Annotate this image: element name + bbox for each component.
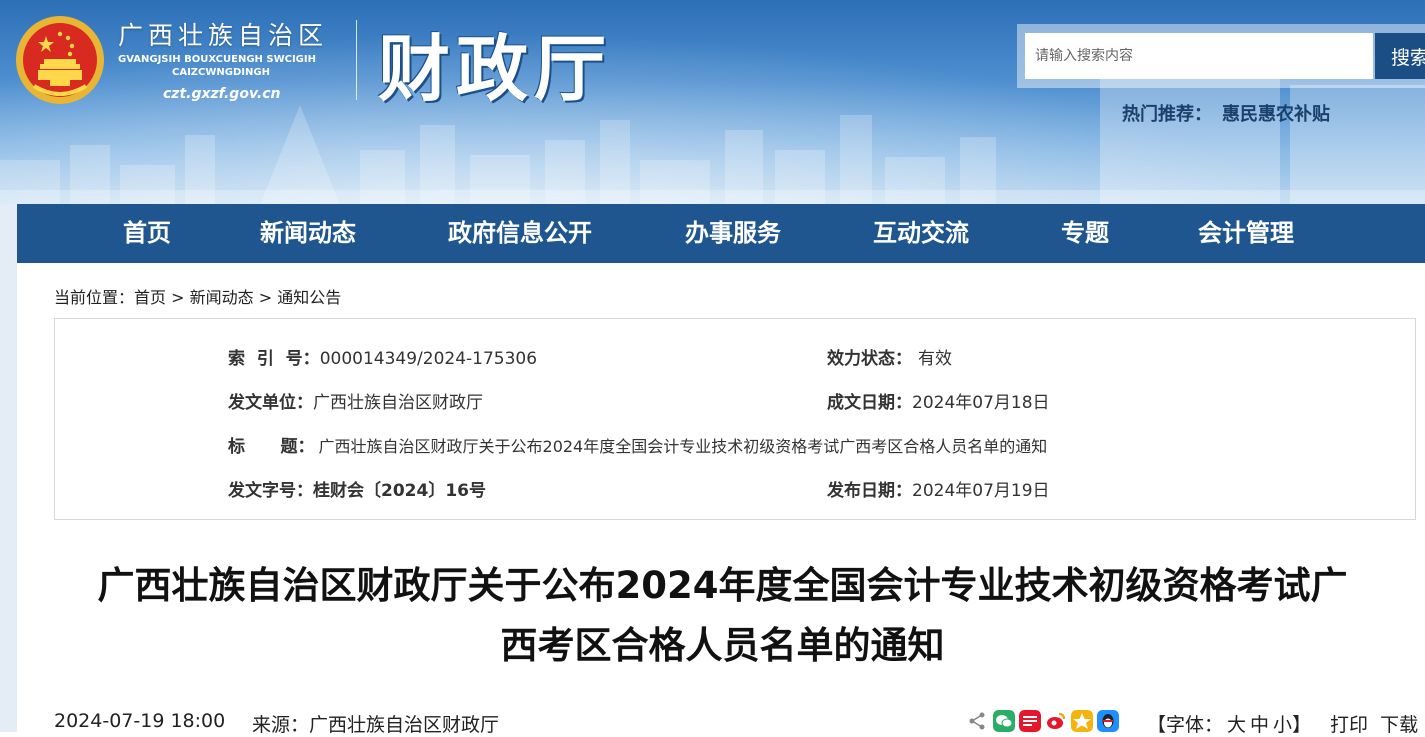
meta-doc-no-label: 发文字号：: [228, 481, 313, 501]
breadcrumb-sep: >: [253, 288, 278, 307]
meta-published-label: 发布日期：: [827, 481, 912, 501]
meta-issuer: 发文单位：广西壮族自治区财政厅: [228, 388, 483, 413]
toutiao-icon[interactable]: [1019, 710, 1041, 732]
print-button[interactable]: 打印: [1330, 714, 1368, 736]
article-datetime: 2024-07-19 18:00: [54, 710, 226, 732]
share-icon[interactable]: [966, 710, 988, 732]
meta-published-value: 2024年07月19日: [912, 481, 1050, 501]
meta-title-label: 标 题：: [228, 437, 315, 457]
meta-doc-no-value: 桂财会〔2024〕16号: [313, 481, 486, 501]
nav-item-services[interactable]: 办事服务: [685, 204, 781, 263]
meta-issuer-label: 发文单位：: [228, 393, 313, 413]
meta-created-value: 2024年07月18日: [912, 393, 1050, 413]
region-name-zhuang: GVANGJSIH BOUXCUENGH SWCIGIH CAIZCWNGDIN…: [118, 53, 316, 79]
region-name-zhuang-line1: GVANGJSIH BOUXCUENGH SWCIGIH: [118, 54, 316, 65]
region-name-zhuang-line2: CAIZCWNGDINGH: [172, 67, 270, 78]
meta-status: 效力状态： 有效: [827, 344, 952, 369]
font-size-medium[interactable]: 中: [1250, 714, 1269, 736]
print-download: 打印 下载: [1330, 710, 1418, 737]
meta-published: 发布日期：2024年07月19日: [827, 476, 1050, 501]
meta-status-label: 效力状态：: [827, 349, 912, 369]
site-url[interactable]: czt.gxzf.gov.cn: [163, 86, 281, 102]
left-edge-rail: [0, 204, 17, 732]
article-source-label: 来源：: [252, 714, 310, 736]
qzone-icon[interactable]: [1071, 710, 1093, 732]
search-button[interactable]: 搜索: [1375, 33, 1425, 79]
breadcrumb-home[interactable]: 首页: [134, 288, 166, 307]
meta-index: 索 引 号：000014349/2024-175306: [228, 344, 537, 369]
breadcrumb-prefix: 当前位置：: [54, 288, 135, 307]
emblem-icon: [16, 16, 104, 104]
meta-doc-no: 发文字号：桂财会〔2024〕16号: [228, 476, 486, 501]
nav-item-gov-info[interactable]: 政府信息公开: [448, 204, 592, 263]
article-info-bar: 2024-07-19 18:00 来源：广西壮族自治区财政厅 【字体： 大 中 …: [54, 708, 1425, 736]
meta-status-value: 有效: [918, 349, 952, 369]
breadcrumb-news[interactable]: 新闻动态: [190, 288, 254, 307]
department-title: 财政厅: [378, 26, 613, 111]
region-name: 广西壮族自治区: [118, 21, 329, 50]
font-size-control: 【字体：大中小】: [1147, 710, 1311, 737]
meta-index-label: 索 引 号：: [228, 349, 320, 369]
font-size-small[interactable]: 小: [1273, 714, 1292, 736]
font-size-large[interactable]: 大: [1227, 714, 1246, 736]
meta-created-label: 成文日期：: [827, 393, 912, 413]
breadcrumb-notices[interactable]: 通知公告: [277, 288, 341, 307]
search-input[interactable]: [1025, 33, 1373, 79]
main-nav: 首页 新闻动态 政府信息公开 办事服务 互动交流 专题 会计管理: [17, 204, 1425, 263]
article-title: 广西壮族自治区财政厅关于公布2024年度全国会计专业技术初级资格考试广 西考区合…: [60, 556, 1385, 676]
nav-item-accounting[interactable]: 会计管理: [1198, 204, 1294, 263]
hot-recommend-label: 热门推荐：: [1122, 104, 1212, 125]
nav-item-news[interactable]: 新闻动态: [260, 204, 356, 263]
weibo-icon[interactable]: [1045, 710, 1067, 732]
download-button[interactable]: 下载: [1380, 714, 1418, 736]
qq-icon[interactable]: [1097, 710, 1119, 732]
nav-item-home[interactable]: 首页: [123, 204, 171, 263]
font-size-label: 【字体：: [1147, 714, 1224, 736]
breadcrumb: 当前位置：首页 > 新闻动态 > 通知公告: [54, 284, 341, 308]
meta-issuer-value: 广西壮族自治区财政厅: [313, 393, 483, 413]
document-meta-box: 索 引 号：000014349/2024-175306 效力状态： 有效 发文单位…: [54, 318, 1416, 520]
article-source-value: 广西壮族自治区财政厅: [309, 714, 500, 736]
article-title-line2: 西考区合格人员名单的通知: [500, 624, 945, 667]
nav-item-topics[interactable]: 专题: [1061, 204, 1109, 263]
meta-created: 成文日期：2024年07月18日: [827, 388, 1050, 413]
meta-title-value: 广西壮族自治区财政厅关于公布2024年度全国会计专业技术初级资格考试广西考区合格…: [318, 437, 1048, 456]
font-size-close: 】: [1292, 714, 1312, 736]
breadcrumb-sep: >: [166, 288, 190, 307]
hot-recommend: 热门推荐： 惠民惠农补贴: [1122, 100, 1330, 126]
meta-index-value: 000014349/2024-175306: [319, 349, 538, 369]
wechat-icon[interactable]: [993, 710, 1015, 732]
meta-title: 标 题： 广西壮族自治区财政厅关于公布2024年度全国会计专业技术初级资格考试广西…: [228, 432, 1047, 457]
article-title-line1: 广西壮族自治区财政厅关于公布2024年度全国会计专业技术初级资格考试广: [97, 564, 1348, 607]
article-source: 来源：广西壮族自治区财政厅: [252, 710, 499, 737]
hot-recommend-link[interactable]: 惠民惠农补贴: [1222, 104, 1330, 125]
header-divider: [356, 20, 357, 100]
nav-item-interaction[interactable]: 互动交流: [873, 204, 969, 263]
